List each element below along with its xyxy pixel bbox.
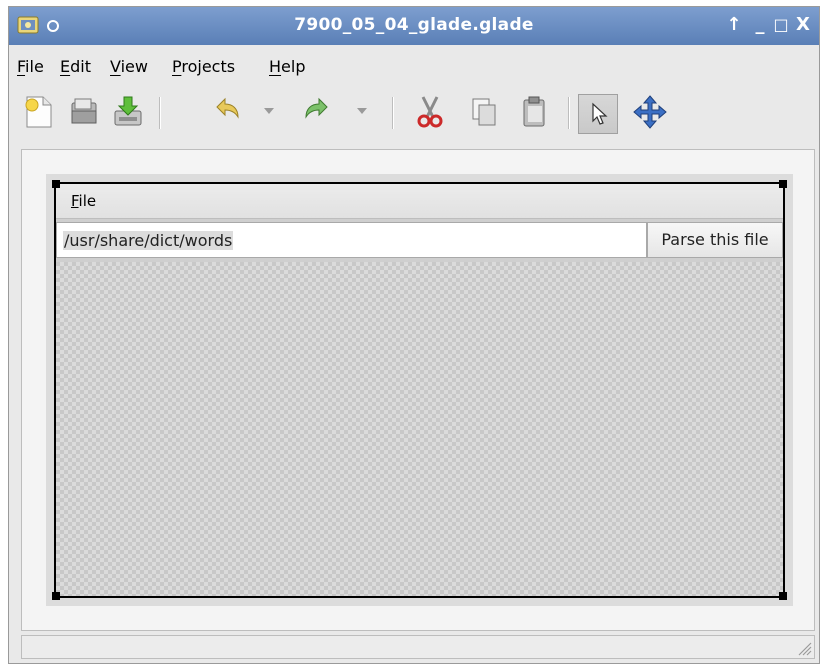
inner-menu-file-mnemonic: F bbox=[71, 192, 79, 210]
copy-icon[interactable] bbox=[465, 93, 503, 131]
inner-menu-bar[interactable]: File bbox=[56, 184, 783, 219]
menu-view[interactable]: View bbox=[110, 57, 148, 76]
menu-projects-label: rojects bbox=[181, 57, 236, 76]
pointer-mode-button[interactable] bbox=[578, 94, 618, 134]
design-area[interactable]: File /usr/share/dict/words Parse this fi… bbox=[21, 149, 815, 631]
glade-window: 7900_05_04_glade.glade ↑ _ □ X File Edit… bbox=[8, 6, 820, 664]
status-bar bbox=[21, 635, 815, 659]
menu-edit-mnemonic: E bbox=[60, 57, 71, 76]
inner-menu-file[interactable]: File bbox=[71, 192, 96, 210]
toolbar-separator bbox=[159, 97, 161, 129]
paste-icon[interactable] bbox=[515, 93, 553, 131]
menu-bar: File Edit View Projects Help bbox=[9, 53, 819, 81]
undo-icon[interactable] bbox=[207, 93, 245, 131]
menu-file-mnemonic: F bbox=[17, 57, 26, 76]
canvas-frame: File /usr/share/dict/words Parse this fi… bbox=[46, 174, 793, 606]
file-path-text: /usr/share/dict/words bbox=[63, 231, 234, 250]
maximize-button[interactable]: □ bbox=[771, 14, 791, 36]
widget-window[interactable]: File /usr/share/dict/words Parse this fi… bbox=[54, 182, 785, 598]
close-button[interactable]: X bbox=[793, 14, 813, 36]
menu-file[interactable]: File bbox=[17, 57, 44, 76]
menu-view-mnemonic: V bbox=[110, 57, 121, 76]
menu-edit[interactable]: Edit bbox=[60, 57, 91, 76]
toolbar-separator bbox=[392, 97, 394, 129]
resize-grip-icon[interactable] bbox=[796, 640, 812, 656]
menu-projects[interactable]: Projects bbox=[172, 57, 235, 76]
empty-placeholder[interactable] bbox=[56, 262, 783, 596]
menu-projects-mnemonic: P bbox=[172, 57, 182, 76]
selection-handle-top-right[interactable] bbox=[779, 180, 787, 188]
keep-above-button[interactable]: ↑ bbox=[724, 14, 744, 36]
toolbar-separator bbox=[568, 97, 570, 129]
toolbar bbox=[9, 87, 819, 143]
menu-view-label: iew bbox=[120, 57, 148, 76]
redo-icon[interactable] bbox=[299, 93, 337, 131]
title-bar[interactable]: 7900_05_04_glade.glade ↑ _ □ X bbox=[9, 7, 819, 45]
redo-dropdown-icon[interactable] bbox=[357, 108, 367, 114]
selection-handle-bottom-right[interactable] bbox=[779, 592, 787, 600]
undo-dropdown-icon[interactable] bbox=[264, 108, 274, 114]
window-title: 7900_05_04_glade.glade bbox=[294, 15, 534, 35]
menu-help-mnemonic: H bbox=[269, 57, 282, 76]
file-path-entry[interactable]: /usr/share/dict/words bbox=[56, 222, 647, 258]
drag-resize-icon[interactable] bbox=[631, 93, 669, 131]
minimize-button[interactable]: _ bbox=[750, 14, 770, 36]
open-icon[interactable] bbox=[65, 93, 103, 131]
menu-help-label: elp bbox=[281, 57, 306, 76]
selection-handle-bottom-left[interactable] bbox=[52, 592, 60, 600]
inner-menu-file-label: ile bbox=[78, 192, 97, 210]
menu-file-label: ile bbox=[25, 57, 44, 76]
parse-file-button[interactable]: Parse this file bbox=[647, 222, 783, 258]
selection-handle-top-left[interactable] bbox=[52, 180, 60, 188]
menu-edit-label: dit bbox=[70, 57, 91, 76]
menu-help[interactable]: Help bbox=[269, 57, 305, 76]
save-icon[interactable] bbox=[109, 93, 147, 131]
cut-icon[interactable] bbox=[411, 93, 449, 131]
new-icon[interactable] bbox=[19, 93, 57, 131]
pointer-icon bbox=[592, 102, 608, 125]
